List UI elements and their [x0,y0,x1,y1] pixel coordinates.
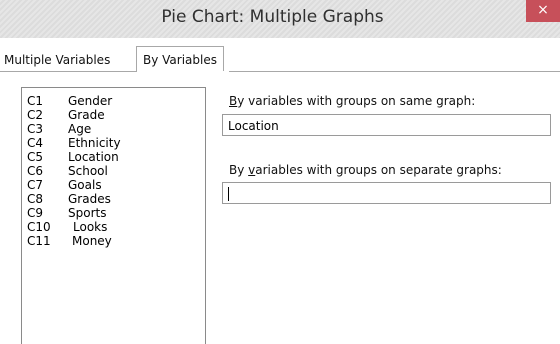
variable-name: Ethnicity [68,136,121,150]
tab-multiple-variables[interactable]: Multiple Variables [4,50,110,71]
close-icon: × [537,2,549,18]
variable-id: C11 [27,234,51,248]
same-graph-field[interactable]: Location [222,114,551,136]
variable-id: C2 [27,108,44,122]
variable-id: C3 [27,122,44,136]
variable-name: Looks [73,220,108,234]
variable-name: Gender [68,94,113,108]
variable-name: Money [72,234,112,248]
variable-name: Sports [68,206,107,220]
variable-name: Age [68,122,92,136]
variable-name: Goals [68,178,102,192]
variable-id: C5 [27,150,44,164]
variable-id: C9 [27,206,44,220]
separate-graphs-field[interactable] [222,182,551,204]
variable-name: School [68,164,108,178]
variable-id: C1 [27,94,44,108]
variable-id: C10 [27,220,51,234]
title-bar: Pie Chart: Multiple Graphs × [0,0,560,38]
variable-id: C7 [27,178,44,192]
same-graph-label: By variables with groups on same graph: [229,94,476,108]
variable-list[interactable]: C1 Gender C2 Grade C3 Age C4 Ethnicity C… [21,87,206,344]
window-title: Pie Chart: Multiple Graphs [161,7,384,27]
variable-id: C6 [27,164,44,178]
tab-by-variables[interactable]: By Variables [136,46,224,73]
variable-name: Grades [68,192,111,206]
variable-id: C8 [27,192,44,206]
variable-id: C4 [27,136,44,150]
variable-name: Location [68,150,119,164]
variable-name: Grade [68,108,105,122]
close-button[interactable]: × [526,0,560,22]
tab-strip: Multiple Variables By Variables [0,46,560,73]
text-caret [228,187,229,201]
separate-graphs-label: By variables with groups on separate gra… [229,163,502,177]
